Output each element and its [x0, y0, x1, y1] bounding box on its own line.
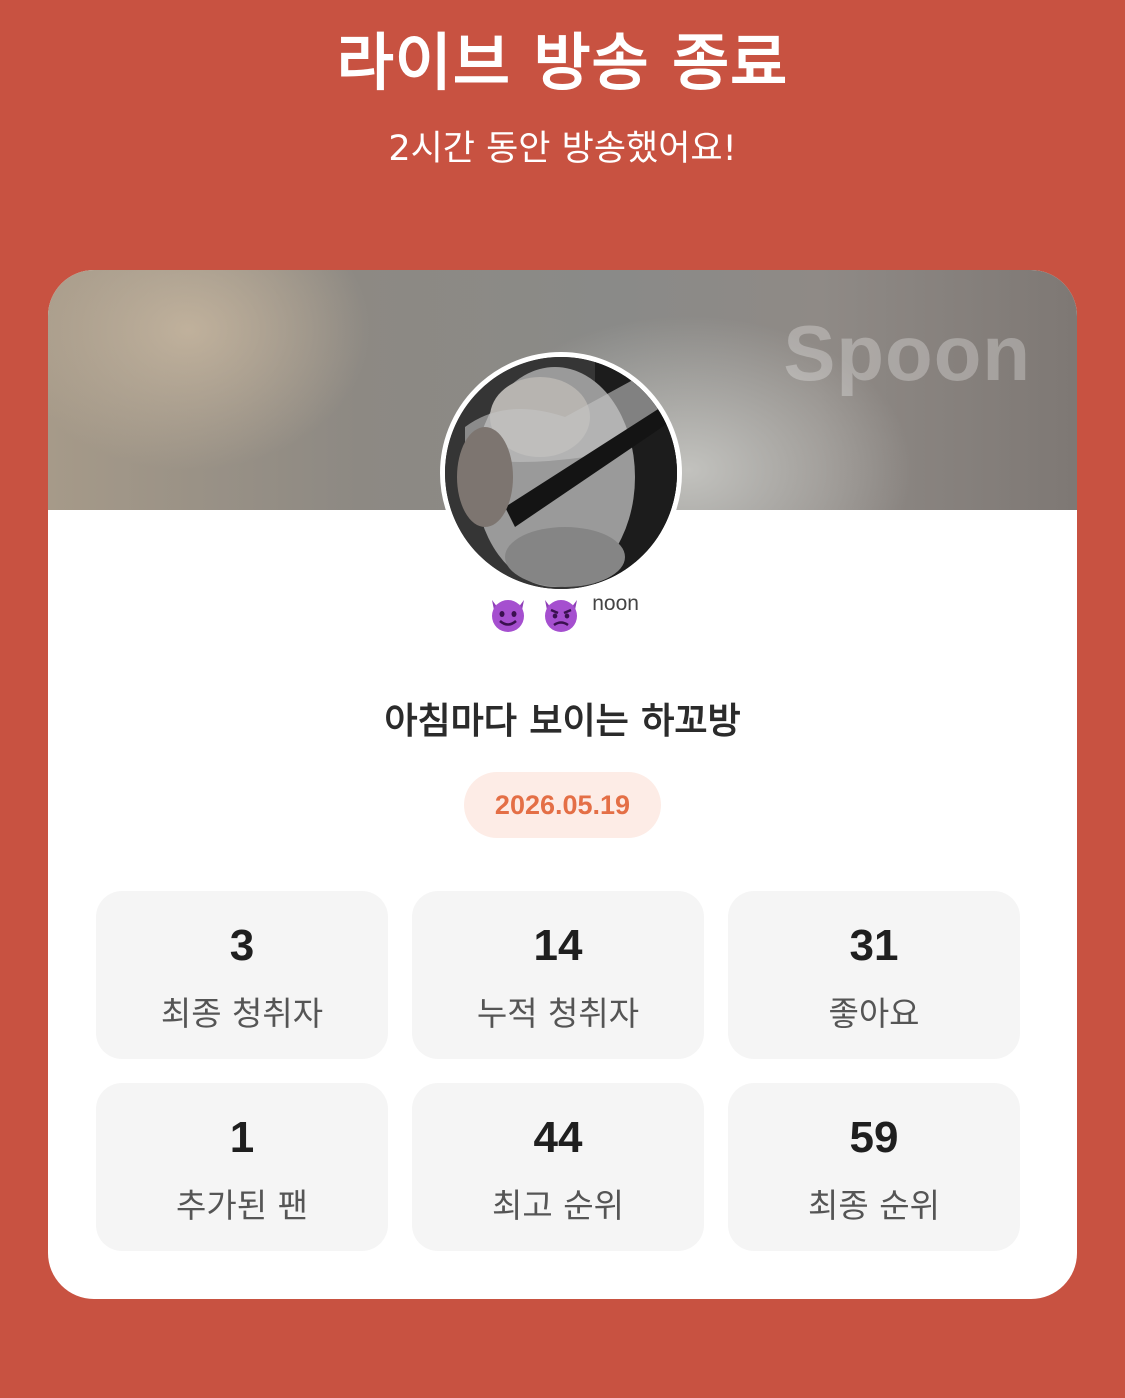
room-title: 아침마다 보이는 하꼬방 [384, 701, 741, 742]
stat-value: 31 [849, 921, 899, 970]
page-title: 라이브 방송 종료 [336, 26, 789, 99]
nickname-row[interactable]: noon [48, 590, 1077, 640]
stat-new-fans: 1 추가된 팬 [96, 1083, 388, 1251]
angry-devil-emoji-icon [539, 590, 583, 634]
stat-likes: 31 좋아요 [728, 891, 1020, 1059]
broadcast-duration-text: 2시간 동안 방송했어요! [388, 129, 737, 169]
broadcast-summary-card: Spoon noon 아침마다 보이는 하꼬방 2026.05.19 3 최종 … [48, 270, 1077, 1299]
stat-label: 최종 청취자 [160, 994, 324, 1033]
spoon-watermark-logo: Spoon [783, 309, 1031, 397]
stat-value: 59 [849, 1113, 899, 1162]
stat-value: 3 [229, 921, 255, 970]
nickname-text: noon [592, 592, 639, 615]
stat-label: 최고 순위 [492, 1186, 624, 1225]
stat-value: 1 [229, 1113, 255, 1162]
stat-label: 추가된 팬 [176, 1186, 308, 1225]
profile-avatar[interactable] [440, 352, 682, 594]
stat-label: 좋아요 [828, 994, 920, 1033]
stat-label: 누적 청취자 [476, 994, 640, 1033]
stat-label: 최종 순위 [808, 1186, 940, 1225]
stat-value: 44 [533, 1113, 583, 1162]
avatar-photo [445, 357, 677, 589]
stat-value: 14 [533, 921, 583, 970]
broadcast-date-badge: 2026.05.19 [464, 772, 661, 838]
stat-best-rank: 44 최고 순위 [412, 1083, 704, 1251]
stat-final-rank: 59 최종 순위 [728, 1083, 1020, 1251]
stat-final-listeners: 3 최종 청취자 [96, 891, 388, 1059]
stat-total-listeners: 14 누적 청취자 [412, 891, 704, 1059]
smiling-devil-emoji-icon [486, 590, 530, 634]
